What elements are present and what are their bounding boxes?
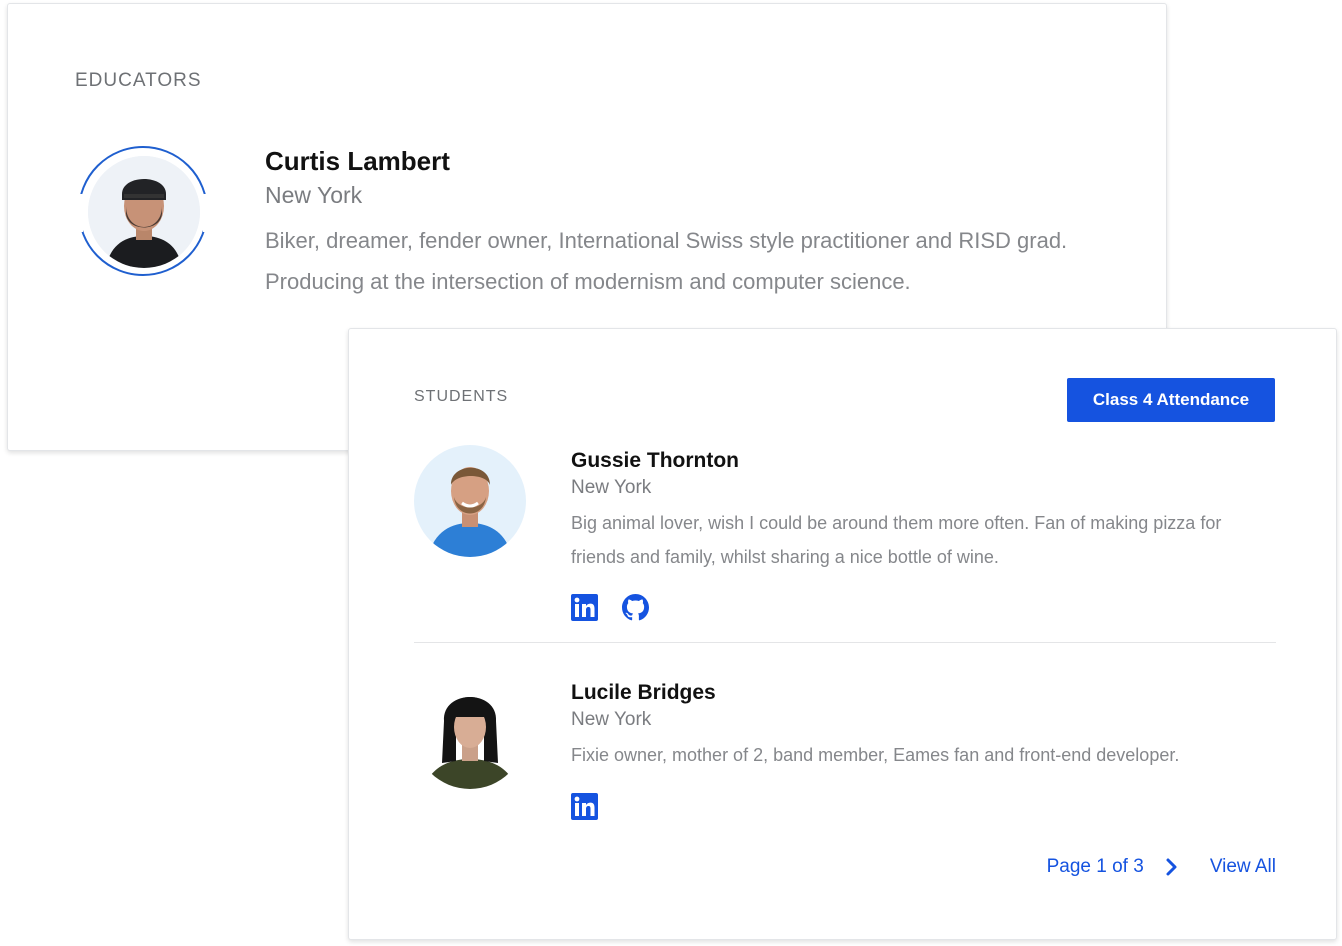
- social-links: [571, 793, 598, 820]
- view-all-link[interactable]: View All: [1210, 856, 1276, 878]
- students-card: STUDENTS Class 4 Attendance Gussie Thorn…: [348, 328, 1337, 940]
- avatar[interactable]: [88, 156, 200, 268]
- student-bio: Fixie owner, mother of 2, band member, E…: [571, 745, 1180, 765]
- github-icon[interactable]: [622, 594, 649, 621]
- educators-title: EDUCATORS: [75, 70, 202, 91]
- linkedin-icon[interactable]: [571, 793, 598, 820]
- student-name[interactable]: Gussie Thornton: [571, 449, 739, 473]
- avatar[interactable]: [414, 445, 526, 557]
- avatar[interactable]: [414, 677, 526, 789]
- student-city: New York: [571, 709, 652, 730]
- educator-bio: Biker, dreamer, fender owner, Internatio…: [265, 228, 1068, 294]
- students-title: STUDENTS: [414, 388, 509, 405]
- student-bio: Big animal lover, wish I could be around…: [571, 513, 1222, 567]
- linkedin-icon[interactable]: [571, 594, 598, 621]
- educator-name[interactable]: Curtis Lambert: [265, 146, 450, 177]
- educator-city: New York: [265, 182, 363, 208]
- class-attendance-button[interactable]: Class 4 Attendance: [1067, 378, 1275, 422]
- chevron-right-icon[interactable]: [1164, 857, 1180, 877]
- page-indicator: Page 1 of 3: [1046, 856, 1144, 877]
- student-name[interactable]: Lucile Bridges: [571, 681, 716, 705]
- social-links: [571, 594, 649, 621]
- pagination: Page 1 of 3 View All: [1047, 856, 1276, 878]
- divider: [414, 642, 1276, 643]
- student-city: New York: [571, 477, 652, 498]
